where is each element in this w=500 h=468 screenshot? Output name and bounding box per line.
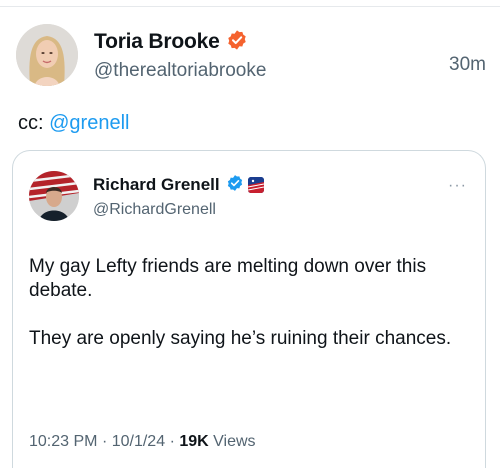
more-options-icon[interactable]: ··· [448,177,467,195]
tweet-time[interactable]: 10:23 PM [29,433,97,450]
top-divider [0,6,500,7]
quoted-paragraph: My gay Lefty friends are melting down ov… [29,256,427,301]
avatar[interactable] [16,24,78,86]
quoted-author-name[interactable]: Richard Grenell [93,175,220,195]
separator: · [101,433,108,450]
post-text-prefix: cc: [18,112,50,134]
post-time[interactable]: 30m [449,54,486,76]
separator: · [169,433,175,450]
views-label: Views [213,433,256,450]
mention-link[interactable]: @grenell [49,112,129,134]
post-author[interactable]: Toria Brooke @therealtoriabrooke [16,24,266,86]
verified-badge-icon [226,29,248,56]
quoted-author-handle[interactable]: @RichardGrenell [93,201,264,219]
views-count[interactable]: 19K [179,433,208,450]
quoted-paragraph: They are openly saying he’s ruining thei… [29,328,452,349]
tweet-metadata: 10:23 PM · 10/1/24 · 19K Views [29,433,256,451]
quoted-author[interactable]: Richard Grenell @RichardGrenell [29,171,264,221]
quoted-tweet-body: My gay Lefty friends are melting down ov… [29,255,469,351]
author-handle[interactable]: @therealtoriabrooke [94,60,266,82]
verified-badge-icon [226,174,244,197]
tweet-date[interactable]: 10/1/24 [112,433,165,450]
post-text: cc: @grenell [18,112,129,135]
author-name[interactable]: Toria Brooke [94,30,220,54]
affiliation-badge-icon[interactable] [247,177,264,193]
quoted-avatar[interactable] [29,171,79,221]
quoted-tweet-card[interactable]: Richard Grenell @RichardGrenell ··· My g… [12,150,486,468]
